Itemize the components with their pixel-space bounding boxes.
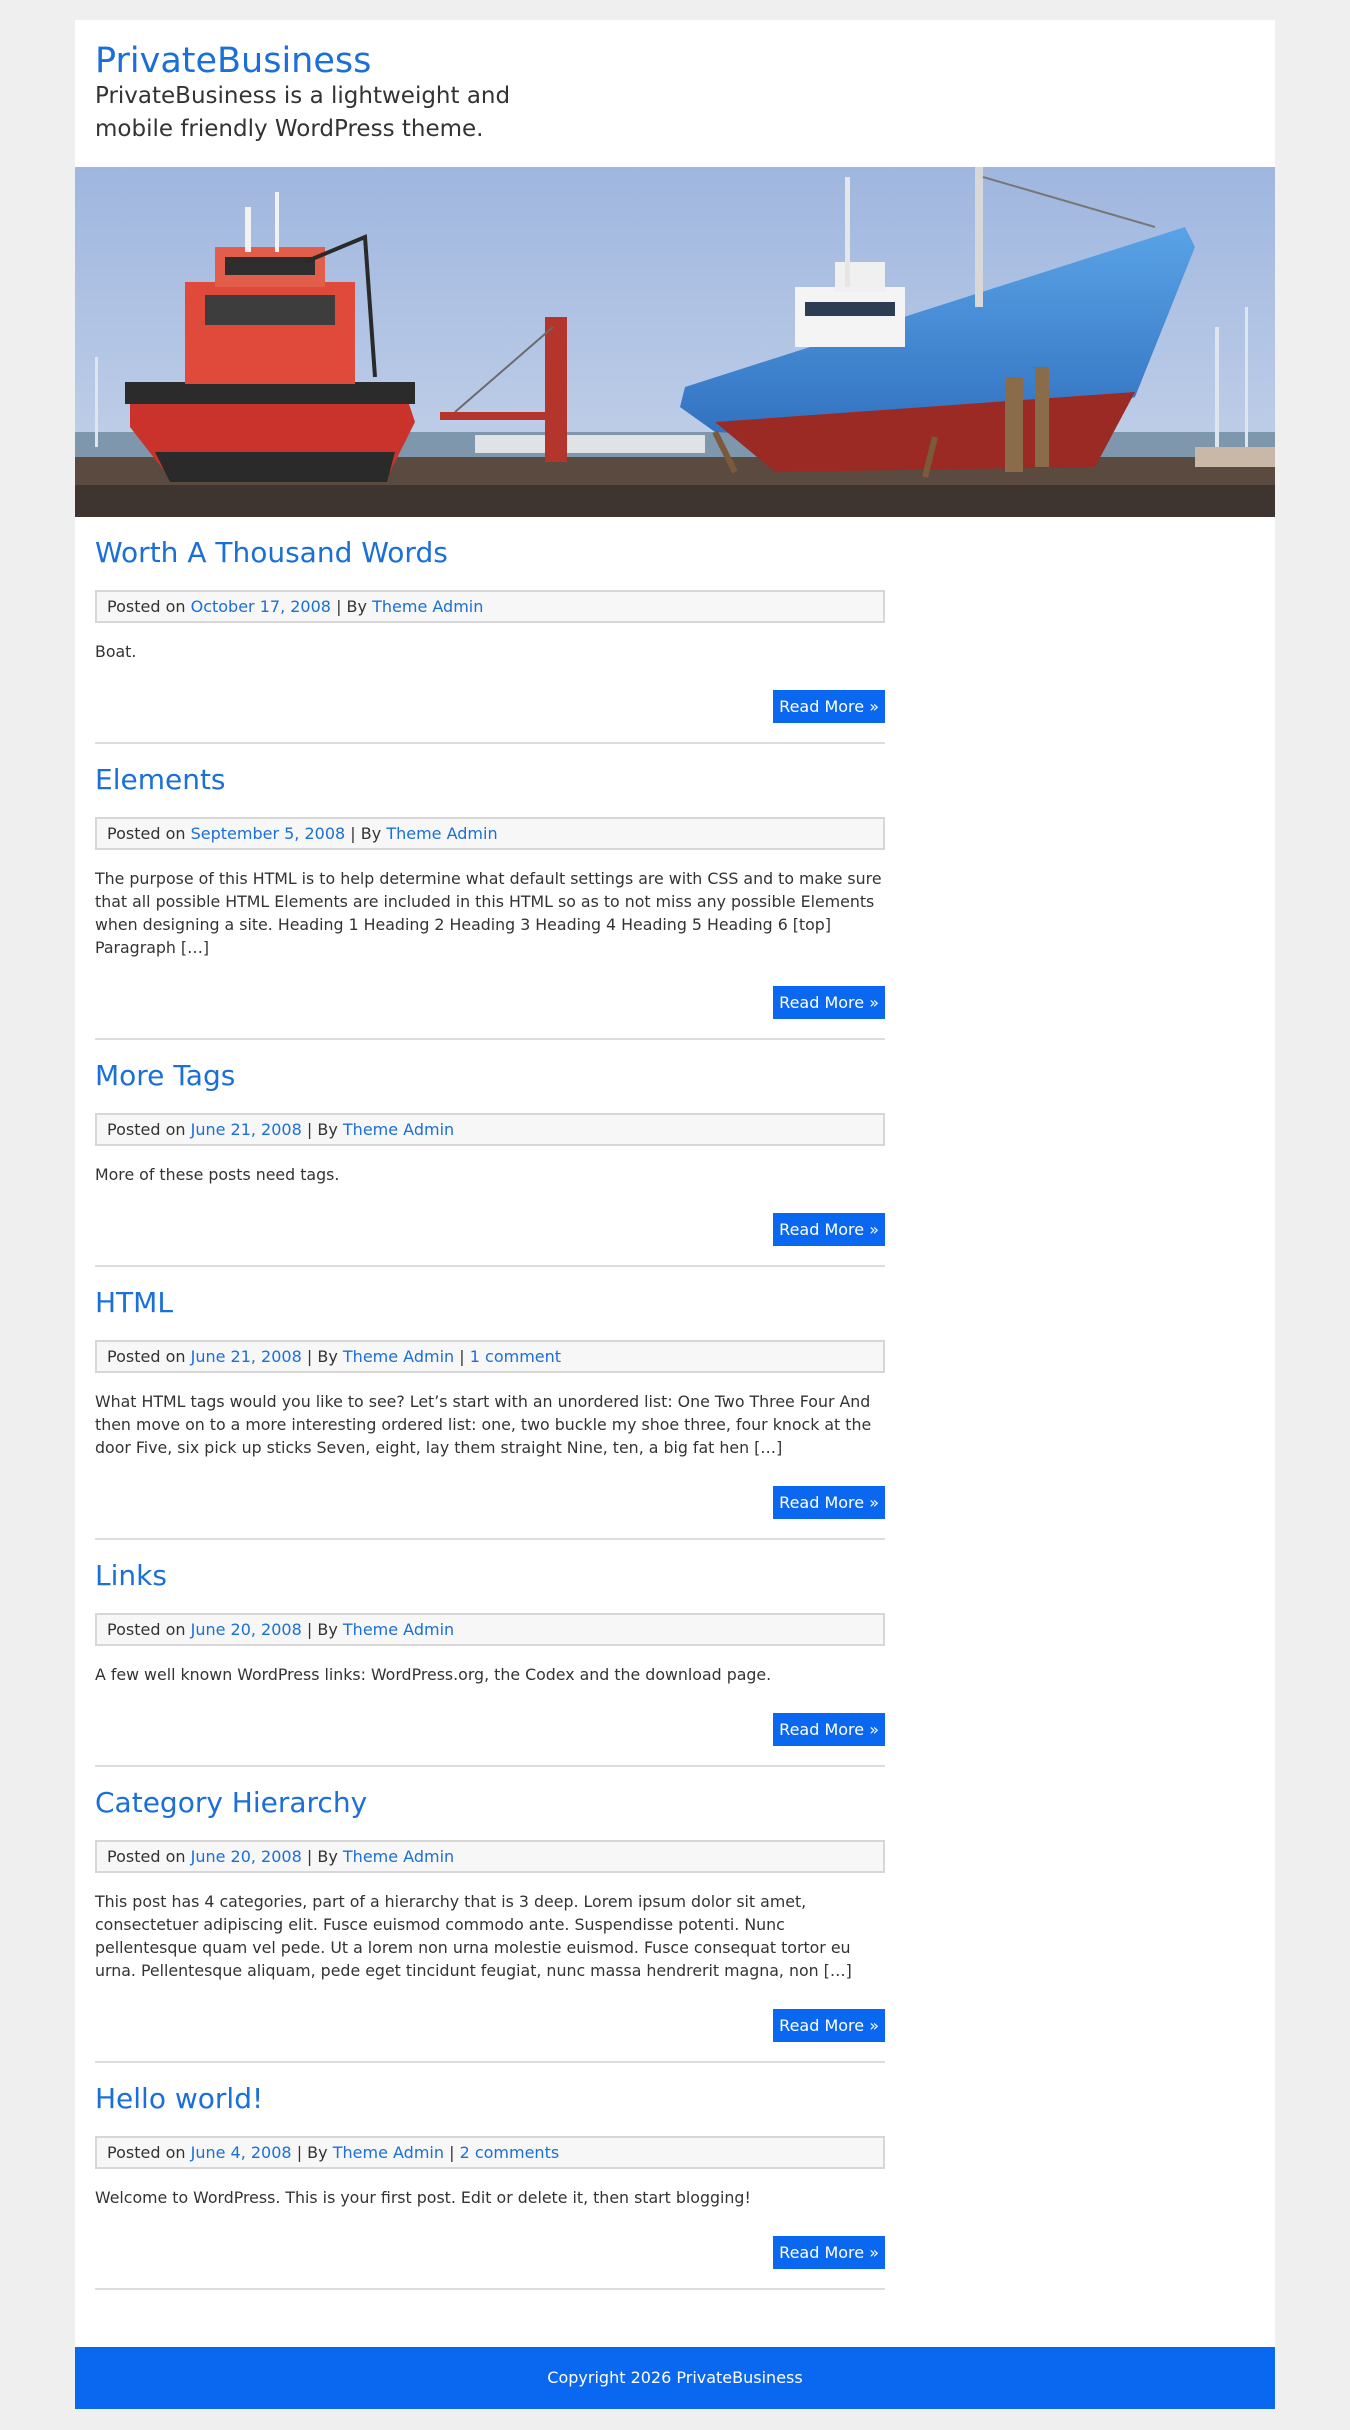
- post-excerpt: Boat.: [95, 642, 137, 661]
- post-excerpt: What HTML tags would you like to see? Le…: [95, 1392, 872, 1457]
- post-meta-bar: Posted on October 17, 2008 | By Theme Ad…: [95, 590, 885, 623]
- post-excerpt: A few well known WordPress links: WordPr…: [95, 1665, 772, 1684]
- meta-separator: |: [459, 1347, 465, 1366]
- post-author-link[interactable]: Theme Admin: [343, 1120, 454, 1139]
- post-entry: HTML Posted on June 21, 2008 | By Theme …: [95, 1267, 885, 1540]
- post-meta-bar: Posted on June 20, 2008 | By Theme Admin: [95, 1840, 885, 1873]
- comments-part: | 1 comment: [459, 1347, 561, 1366]
- read-more-button[interactable]: Read More »: [773, 1213, 885, 1246]
- post-title-link[interactable]: Links: [95, 1540, 885, 1593]
- post-comments-link[interactable]: 1 comment: [470, 1347, 561, 1366]
- posted-on-label: Posted on: [107, 824, 186, 843]
- post-excerpt: More of these posts need tags.: [95, 1165, 340, 1184]
- posted-on-label: Posted on: [107, 597, 186, 616]
- post-author-link[interactable]: Theme Admin: [343, 1620, 454, 1639]
- posted-on-label: Posted on: [107, 1847, 186, 1866]
- read-more-wrap: Read More »: [95, 1459, 885, 1538]
- post-entry: Links Posted on June 20, 2008 | By Theme…: [95, 1540, 885, 1767]
- header-banner-image: [75, 167, 1275, 517]
- post-meta-bar: Posted on June 21, 2008 | By Theme Admin…: [95, 1340, 885, 1373]
- read-more-button[interactable]: Read More »: [773, 2236, 885, 2269]
- posted-on-label: Posted on: [107, 2143, 186, 2162]
- post-date-link[interactable]: June 21, 2008: [191, 1120, 302, 1139]
- post-title-link[interactable]: Hello world!: [95, 2063, 885, 2116]
- post-date-link[interactable]: June 20, 2008: [191, 1620, 302, 1639]
- post-date-link[interactable]: September 5, 2008: [191, 824, 346, 843]
- by-label: By: [317, 1120, 338, 1139]
- post-entry: More Tags Posted on June 21, 2008 | By T…: [95, 1040, 885, 1267]
- read-more-wrap: Read More »: [95, 1686, 885, 1765]
- post-excerpt: This post has 4 categories, part of a hi…: [95, 1892, 852, 1980]
- by-label: By: [360, 824, 382, 843]
- post-author-link[interactable]: Theme Admin: [343, 1847, 454, 1866]
- post-excerpt: The purpose of this HTML is to help dete…: [95, 869, 882, 957]
- meta-separator: |: [306, 1120, 313, 1139]
- post-list: Worth A Thousand Words Posted on October…: [95, 517, 885, 2290]
- post-date-link[interactable]: June 21, 2008: [191, 1347, 302, 1366]
- meta-separator: |: [296, 2143, 303, 2162]
- post-meta-bar: Posted on June 20, 2008 | By Theme Admin: [95, 1613, 885, 1646]
- post-author-link[interactable]: Theme Admin: [372, 597, 483, 616]
- post-entry: Worth A Thousand Words Posted on October…: [95, 517, 885, 744]
- read-more-wrap: Read More »: [95, 959, 885, 1038]
- by-label: By: [307, 2143, 328, 2162]
- post-date-link[interactable]: June 4, 2008: [191, 2143, 292, 2162]
- post-meta-bar: Posted on June 21, 2008 | By Theme Admin: [95, 1113, 885, 1146]
- post-excerpt: Welcome to WordPress. This is your first…: [95, 2188, 751, 2207]
- post-author-link[interactable]: Theme Admin: [333, 2143, 444, 2162]
- site-footer: Copyright 2026 PrivateBusiness: [75, 2347, 1275, 2409]
- page-container: PrivateBusiness PrivateBusiness is a lig…: [75, 20, 1275, 2409]
- read-more-wrap: Read More »: [95, 1186, 885, 1265]
- post-author-link[interactable]: Theme Admin: [343, 1347, 454, 1366]
- meta-separator: |: [306, 1347, 313, 1366]
- post-date-link[interactable]: October 17, 2008: [191, 597, 331, 616]
- post-title-link[interactable]: Elements: [95, 744, 885, 797]
- posted-on-label: Posted on: [107, 1347, 186, 1366]
- read-more-button[interactable]: Read More »: [773, 986, 885, 1019]
- posted-on-label: Posted on: [107, 1120, 186, 1139]
- post-entry: Category Hierarchy Posted on June 20, 20…: [95, 1767, 885, 2063]
- site-title-link[interactable]: PrivateBusiness: [95, 40, 371, 82]
- post-date-link[interactable]: June 20, 2008: [191, 1847, 302, 1866]
- by-label: By: [317, 1847, 338, 1866]
- post-meta-bar: Posted on September 5, 2008 | By Theme A…: [95, 817, 885, 850]
- posted-on-label: Posted on: [107, 1620, 186, 1639]
- copyright-text: Copyright 2026 PrivateBusiness: [547, 2368, 803, 2387]
- post-comments-link[interactable]: 2 comments: [460, 2143, 560, 2162]
- read-more-wrap: Read More »: [95, 2209, 885, 2288]
- by-label: By: [317, 1347, 338, 1366]
- meta-separator: |: [350, 824, 356, 843]
- post-title-link[interactable]: HTML: [95, 1267, 885, 1320]
- site-header: PrivateBusiness PrivateBusiness is a lig…: [75, 20, 1275, 167]
- read-more-button[interactable]: Read More »: [773, 690, 885, 723]
- post-entry: Hello world! Posted on June 4, 2008 | By…: [95, 2063, 885, 2290]
- site-description: PrivateBusiness is a lightweight and mob…: [95, 83, 511, 142]
- comments-part: | 2 comments: [449, 2143, 559, 2162]
- post-title-link[interactable]: More Tags: [95, 1040, 885, 1093]
- read-more-wrap: Read More »: [95, 663, 885, 742]
- by-label: By: [317, 1620, 338, 1639]
- post-author-link[interactable]: Theme Admin: [386, 824, 497, 843]
- post-meta-bar: Posted on June 4, 2008 | By Theme Admin …: [95, 2136, 885, 2169]
- by-label: By: [346, 597, 367, 616]
- meta-separator: |: [306, 1620, 313, 1639]
- post-entry: Elements Posted on September 5, 2008 | B…: [95, 744, 885, 1040]
- read-more-button[interactable]: Read More »: [773, 2009, 885, 2042]
- meta-separator: |: [336, 597, 342, 616]
- post-title-link[interactable]: Worth A Thousand Words: [95, 517, 885, 570]
- post-title-link[interactable]: Category Hierarchy: [95, 1767, 885, 1820]
- read-more-wrap: Read More »: [95, 1982, 885, 2061]
- read-more-button[interactable]: Read More »: [773, 1486, 885, 1519]
- meta-separator: |: [306, 1847, 313, 1866]
- read-more-button[interactable]: Read More »: [773, 1713, 885, 1746]
- meta-separator: |: [449, 2143, 455, 2162]
